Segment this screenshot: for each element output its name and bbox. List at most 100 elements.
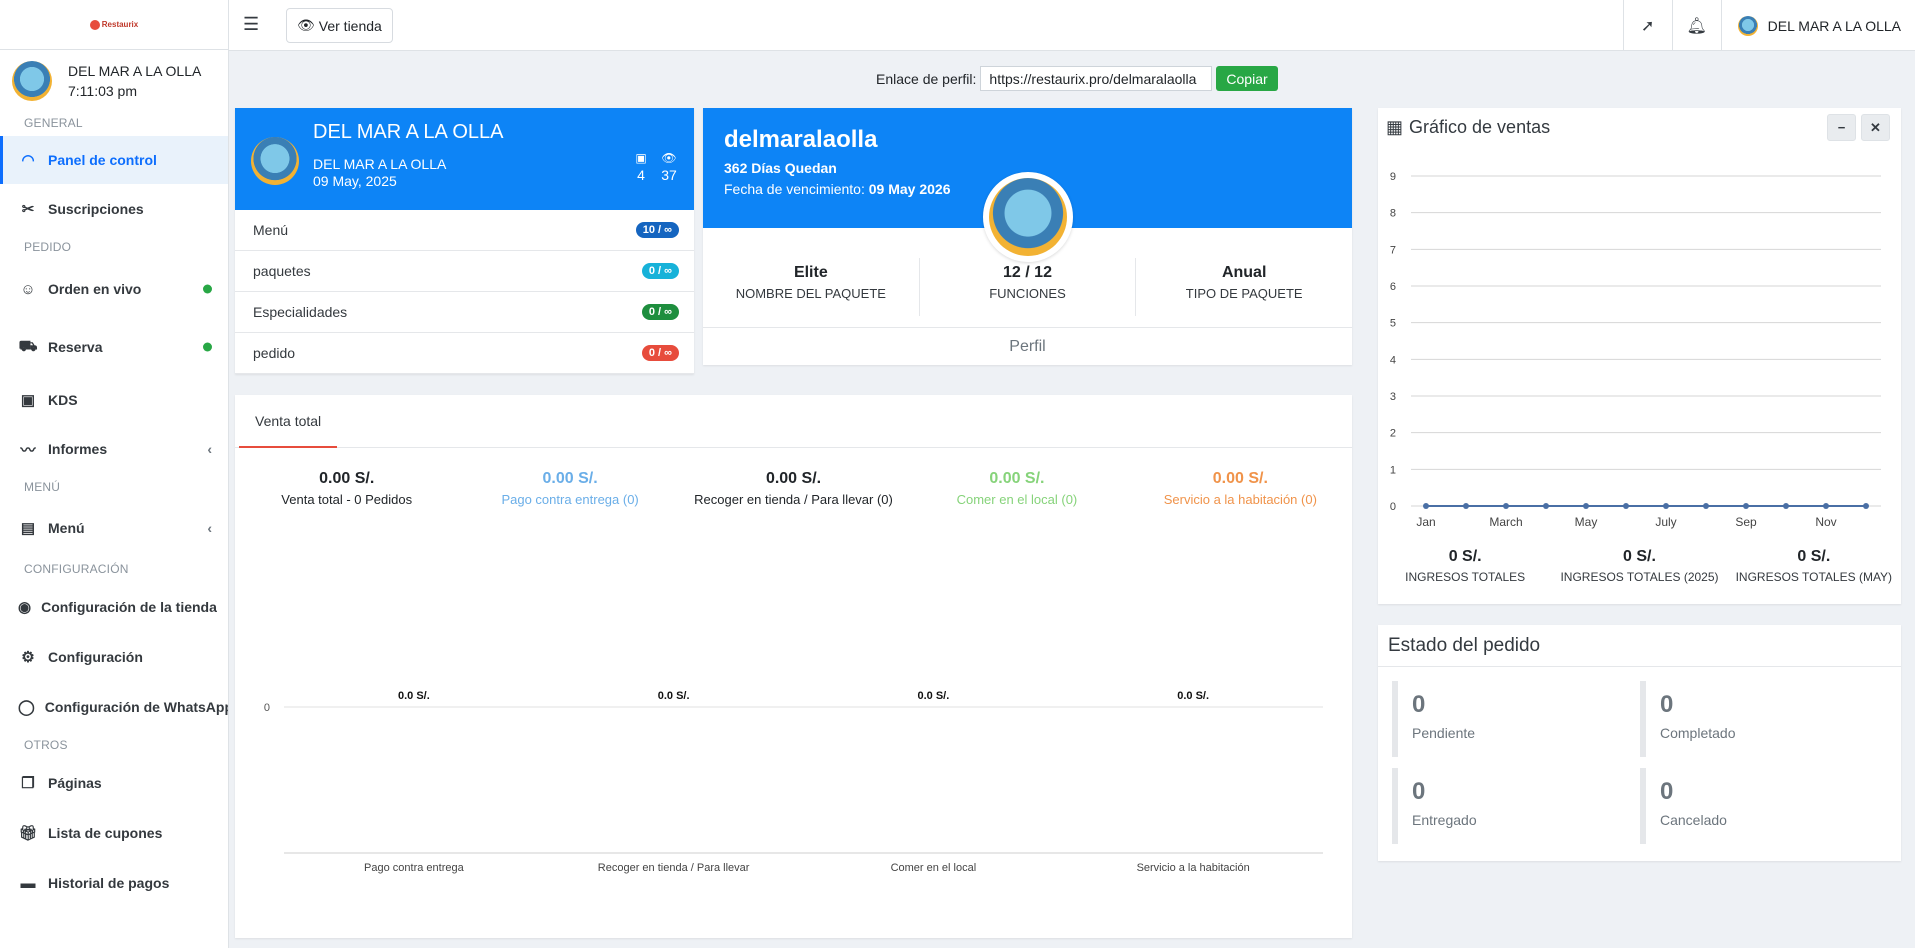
line-chart-point xyxy=(1423,503,1429,509)
chevron-left-icon: ‹ xyxy=(207,441,212,457)
section-general: GENERAL xyxy=(24,116,83,130)
line-chart-point xyxy=(1663,503,1669,509)
line-chart-point xyxy=(1543,503,1549,509)
sales-graph-card: ▦ Gráfico de ventas − ✕ 0 1 2 3 4 5 6 7 8 9 Jan Mar… xyxy=(1378,108,1901,604)
package-stat: 12 / 12 FUNCIONES xyxy=(920,258,1137,316)
order-status-card: Estado del pedido 0 Pendiente 0 Completado 0… xyxy=(1378,625,1901,861)
sidebar-item-kds[interactable]: ▣ KDS xyxy=(0,376,228,424)
line-chart-y-tick: 3 xyxy=(1390,391,1396,403)
clipboard-icon: ▤ xyxy=(20,520,36,537)
gears-icon: ⚙ xyxy=(21,649,35,666)
dashboard-icon: ◠ xyxy=(21,152,35,169)
rocket-icon[interactable]: ➚ xyxy=(1622,0,1672,51)
sidebar-item-config[interactable]: ⚙ Configuración xyxy=(0,632,228,682)
line-chart-y-tick: 2 xyxy=(1390,428,1396,440)
sales-summary-item: 0.00 S/. Servicio a la habitación (0) xyxy=(1163,470,1317,507)
store-limit-row: paquetes 0 / ∞ xyxy=(235,251,694,292)
sidebar-item-menu[interactable]: ▤ Menú ‹ xyxy=(0,500,228,556)
tools-icon: ✂ xyxy=(21,201,35,218)
sales-summary-item: 0.00 S/. Venta total - 0 Pedidos xyxy=(281,470,413,507)
section-config: CONFIGURACIÓN xyxy=(24,562,129,576)
avatar xyxy=(12,61,52,101)
sidebar-item-paginas[interactable]: ❐ Páginas xyxy=(0,758,228,808)
close-button[interactable]: ✕ xyxy=(1861,114,1890,141)
menu-toggle-icon[interactable]: ☰ xyxy=(243,14,259,35)
store-limit-row: pedido 0 / ∞ xyxy=(235,333,694,374)
topbar-user-name: DEL MAR A LA OLLA xyxy=(1767,17,1901,34)
bar-chart-x-tick: Servicio a la habitación xyxy=(1137,862,1250,874)
truck-icon: ⛟ xyxy=(18,337,38,355)
store-limit-row: Especialidades 0 / ∞ xyxy=(235,292,694,333)
limit-badge: 0 / ∞ xyxy=(641,263,679,279)
sidebar-user-name: DEL MAR A LA OLLA xyxy=(68,63,202,79)
ver-tienda-button[interactable]: 👁︎ Ver tienda xyxy=(286,8,393,43)
order-status-item: 0 Entregado xyxy=(1392,768,1640,844)
sidebar-item-orden[interactable]: ☺ Orden en vivo xyxy=(0,260,228,318)
line-chart-point xyxy=(1783,503,1789,509)
tab-venta-total[interactable]: Venta total xyxy=(239,395,338,448)
package-expiry: Fecha de vencimiento: 09 May 2026 xyxy=(724,181,951,197)
sidebar-item-suscripciones[interactable]: ✂ Suscripciones xyxy=(0,184,228,234)
store-date: 09 May, 2025 xyxy=(313,173,397,189)
sales-summary-item: 0.00 S/. Recoger en tienda / Para llevar … xyxy=(694,470,893,507)
profile-link-label: Enlace de perfil: xyxy=(876,70,977,87)
sales-summary: 0.00 S/. Venta total - 0 Pedidos 0.00 S/. P… xyxy=(235,470,1352,507)
reserva-status-dot xyxy=(203,342,212,352)
graph-total: 0 S/. INGRESOS TOTALES xyxy=(1405,548,1526,584)
sidebar-item-panel[interactable]: ◠ Panel de control xyxy=(0,136,228,184)
profile-link-input[interactable] xyxy=(980,66,1213,91)
bar-chart-x-tick: Recoger en tienda / Para llevar xyxy=(598,862,750,874)
brand-logo: Restaurix xyxy=(89,19,138,30)
line-chart-x-tick: March xyxy=(1489,515,1522,529)
copy-button[interactable]: Copiar xyxy=(1216,66,1278,91)
section-pedido: PEDIDO xyxy=(24,240,72,254)
line-chart-point xyxy=(1463,503,1469,509)
graph-total: 0 S/. INGRESOS TOTALES (2025) xyxy=(1560,548,1719,584)
sidebar-item-config-tienda[interactable]: ◉ Configuración de la tienda xyxy=(0,582,228,632)
line-chart-y-tick: 8 xyxy=(1390,208,1396,220)
user-headset-icon: ☺ xyxy=(20,280,36,298)
collapse-button[interactable]: − xyxy=(1827,114,1856,141)
sales-card: Venta total 0.00 S/. Venta total - 0 Pedi… xyxy=(235,395,1352,938)
line-chart-y-tick: 7 xyxy=(1390,244,1396,256)
perfil-link[interactable]: Perfil xyxy=(703,327,1352,365)
sidebar-item-config-whatsapp[interactable]: ◯ Configuración de WhatsApp xyxy=(0,682,228,732)
sidebar-logo[interactable]: Restaurix xyxy=(0,0,228,50)
line-chart-x-tick: May xyxy=(1575,515,1598,529)
line-chart-point xyxy=(1743,503,1749,509)
line-chart-point xyxy=(1503,503,1509,509)
whatsapp-icon: ◯ xyxy=(18,699,35,716)
eye-icon: 👁︎ xyxy=(661,151,677,165)
sales-line-chart: 0 1 2 3 4 5 6 7 8 9 Jan March May July Sep Nov xyxy=(1390,171,1881,529)
store-avatar xyxy=(251,137,299,185)
line-chart-y-tick: 6 xyxy=(1390,281,1396,293)
store-saves: ▣ 4 xyxy=(629,151,653,183)
sidebar-item-cupones[interactable]: 🎁︎ Lista de cupones xyxy=(0,808,228,858)
sales-graph-title: ▦ Gráfico de ventas xyxy=(1386,117,1551,137)
store-subtitle: DEL MAR A LA OLLA xyxy=(313,156,447,172)
store-card: DEL MAR A LA OLLA DEL MAR A LA OLLA 09 M… xyxy=(235,108,694,374)
package-card-header: delmaralaolla 362 Días Quedan Fecha de v… xyxy=(703,108,1352,262)
sidebar-user-time: 7:11:03 pm xyxy=(68,83,138,99)
sidebar-item-reserva[interactable]: ⛟ Reserva xyxy=(0,318,228,376)
line-chart-y-tick: 9 xyxy=(1390,171,1396,183)
sales-bar-chart: 0 0.0 S/. Pago contra entrega 0.0 S/. Recoge… xyxy=(264,690,1323,874)
section-menu: MENÚ xyxy=(24,480,61,494)
package-title: delmaralaolla xyxy=(724,126,878,153)
bar-chart-x-tick: Pago contra entrega xyxy=(364,862,465,874)
grid-icon: ▦ xyxy=(1386,117,1404,137)
section-otros: OTROS xyxy=(24,738,68,752)
order-status-grid: 0 Pendiente 0 Completado 0 Entregado 0 Cancelad… xyxy=(1392,681,1888,844)
bar-chart-x-tick: Comer en el local xyxy=(891,862,977,874)
line-chart-point xyxy=(1623,503,1629,509)
sidebar-item-pagos[interactable]: ▬ Historial de pagos xyxy=(0,858,228,908)
sidebar-item-informes[interactable]: 〰 Informes ‹ xyxy=(0,424,228,474)
package-days-left: 362 Días Quedan xyxy=(724,160,837,176)
order-status-title: Estado del pedido xyxy=(1378,625,1901,667)
limit-badge: 0 / ∞ xyxy=(641,345,679,361)
package-card: delmaralaolla 362 Días Quedan Fecha de v… xyxy=(703,108,1352,365)
sidebar-user: DEL MAR A LA OLLA 7:11:03 pm xyxy=(0,50,228,110)
topbar-user-menu[interactable]: DEL MAR A LA OLLA xyxy=(1720,0,1915,51)
bell-icon[interactable]: 🔔︎ xyxy=(1671,0,1721,51)
package-stats: Elite NOMBRE DEL PAQUETE 12 / 12 FUNCIONES A… xyxy=(703,258,1352,316)
